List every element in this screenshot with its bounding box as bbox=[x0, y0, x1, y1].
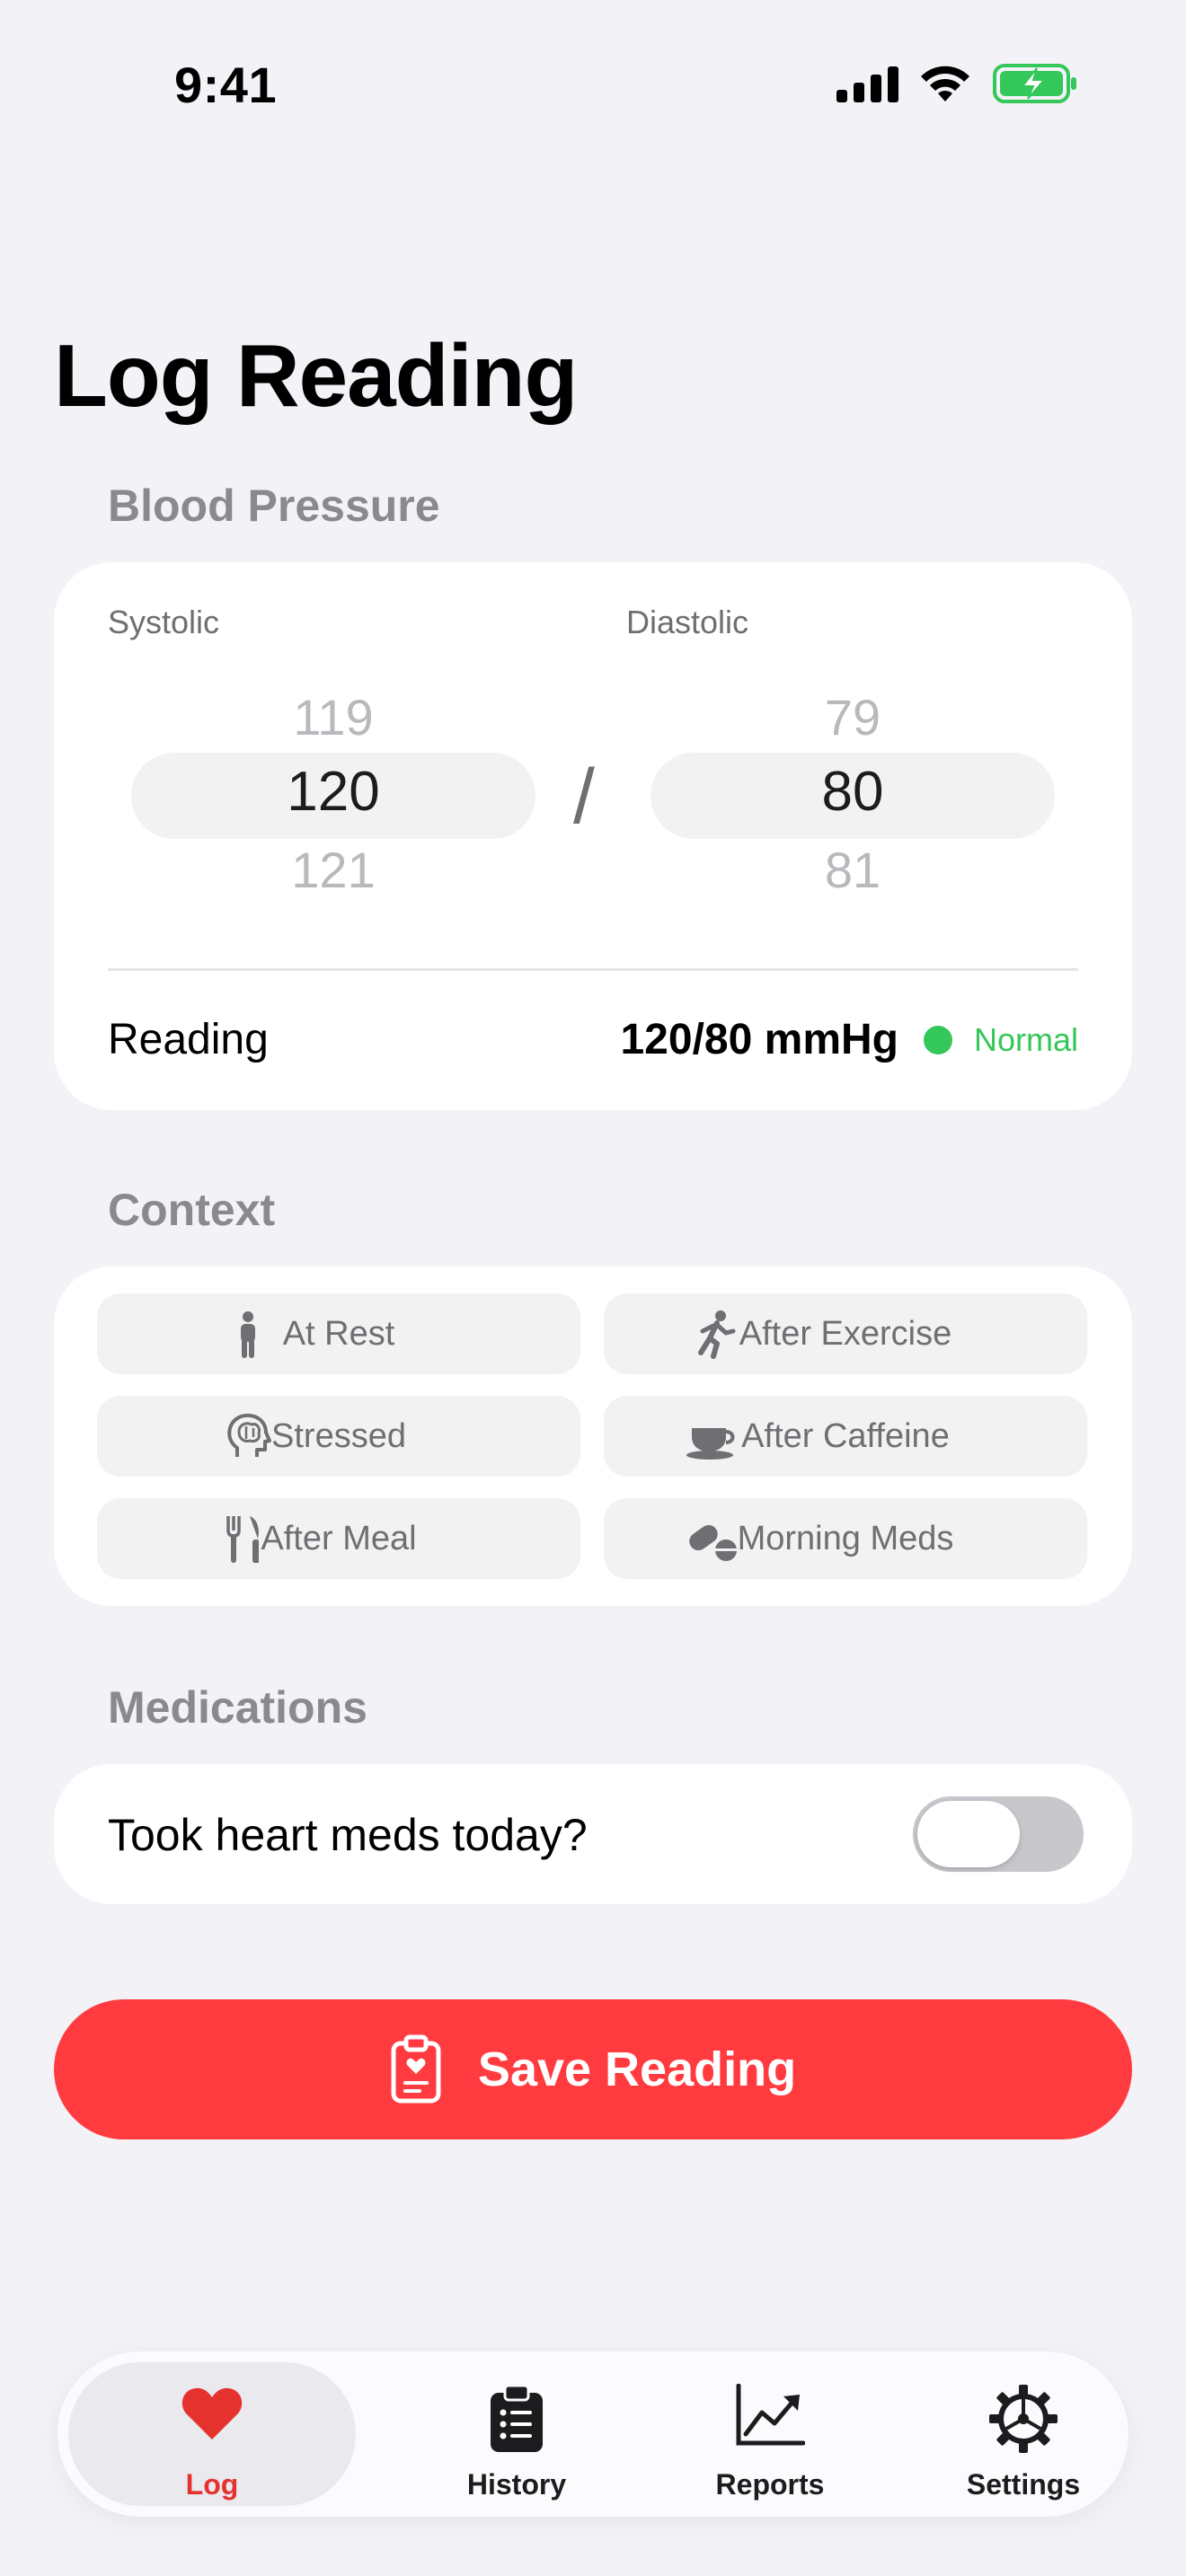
systolic-picker[interactable]: 119 120 121 bbox=[131, 688, 535, 898]
reading-label: Reading bbox=[108, 1016, 269, 1063]
systolic-prev-value[interactable]: 119 bbox=[131, 688, 535, 746]
heart-meds-toggle[interactable] bbox=[913, 1796, 1084, 1872]
tab-label: Log bbox=[185, 2468, 239, 2501]
context-chip-label: At Rest bbox=[282, 1315, 395, 1353]
diastolic-next-value[interactable]: 81 bbox=[651, 841, 1055, 899]
context-chip-label: Morning Meds bbox=[737, 1520, 954, 1557]
systolic-next-value[interactable]: 121 bbox=[131, 841, 535, 899]
diastolic-prev-value[interactable]: 79 bbox=[651, 688, 1055, 746]
tab-label: Settings bbox=[966, 2468, 1081, 2501]
context-chip-after-exercise[interactable]: After Exercise bbox=[604, 1293, 1087, 1374]
tab-history[interactable]: History bbox=[386, 2362, 647, 2506]
status-dot bbox=[923, 1025, 952, 1054]
context-chip-at-rest[interactable]: At Rest bbox=[97, 1293, 580, 1374]
toggle-knob bbox=[917, 1801, 1020, 1867]
context-chip-morning-meds[interactable]: Morning Meds bbox=[604, 1498, 1087, 1579]
cellular-signal-icon bbox=[836, 65, 898, 102]
section-label-medications: Medications bbox=[108, 1682, 367, 1733]
context-chip-label: After Caffeine bbox=[741, 1417, 950, 1455]
reading-summary: 120/80 mmHg Normal bbox=[620, 1015, 1078, 1064]
tab-log[interactable]: Log bbox=[68, 2362, 356, 2506]
divider bbox=[108, 968, 1078, 971]
blood-pressure-card: Systolic Diastolic 119 120 121 / 79 80 8… bbox=[54, 562, 1132, 1110]
save-reading-label: Save Reading bbox=[477, 2042, 797, 2096]
context-chip-after-caffeine[interactable]: After Caffeine bbox=[604, 1396, 1087, 1477]
systolic-current-value[interactable]: 120 bbox=[131, 760, 535, 824]
status-time: 9:41 bbox=[174, 57, 278, 113]
systolic-label: Systolic bbox=[108, 604, 220, 640]
heart-meds-label: Took heart meds today? bbox=[108, 1810, 588, 1860]
tab-reports[interactable]: Reports bbox=[640, 2362, 900, 2506]
tab-label: History bbox=[466, 2468, 567, 2501]
page-title: Log Reading bbox=[54, 326, 578, 425]
gear-icon bbox=[989, 2385, 1058, 2453]
chart-line-icon bbox=[736, 2384, 805, 2446]
context-chip-after-meal[interactable]: After Meal bbox=[97, 1498, 580, 1579]
battery-charging-icon bbox=[993, 64, 1076, 103]
screen: 9:41 Log Reading Blood Pressure Systolic… bbox=[0, 0, 1186, 2576]
diastolic-picker[interactable]: 79 80 81 bbox=[651, 688, 1055, 898]
status-badge: Normal bbox=[973, 1020, 1078, 1058]
clipboard-list-icon bbox=[491, 2384, 543, 2452]
context-chip-label: After Exercise bbox=[739, 1315, 952, 1353]
context-card: At Rest After Exercise Stressed After Ca… bbox=[54, 1266, 1132, 1606]
section-label-blood-pressure: Blood Pressure bbox=[108, 481, 440, 531]
tab-settings[interactable]: Settings bbox=[893, 2362, 1154, 2506]
section-label-context: Context bbox=[108, 1185, 276, 1235]
bp-separator: / bbox=[573, 754, 595, 840]
context-chip-label: Stressed bbox=[271, 1417, 406, 1455]
reading-value: 120/80 mmHg bbox=[620, 1016, 898, 1063]
medications-card: Took heart meds today? bbox=[54, 1764, 1132, 1904]
context-chip-stressed[interactable]: Stressed bbox=[97, 1396, 580, 1477]
tab-bar: Log History Reports Settings bbox=[58, 2351, 1128, 2517]
diastolic-label: Diastolic bbox=[626, 604, 749, 640]
diastolic-current-value[interactable]: 80 bbox=[651, 760, 1055, 824]
context-chip-label: After Meal bbox=[261, 1520, 417, 1557]
wifi-icon bbox=[921, 66, 969, 101]
save-reading-button[interactable]: Save Reading bbox=[54, 1999, 1132, 2139]
status-icons bbox=[836, 63, 1078, 104]
clipboard-heart-icon bbox=[391, 2034, 441, 2104]
heart-icon bbox=[181, 2387, 243, 2439]
tab-label: Reports bbox=[715, 2468, 825, 2501]
